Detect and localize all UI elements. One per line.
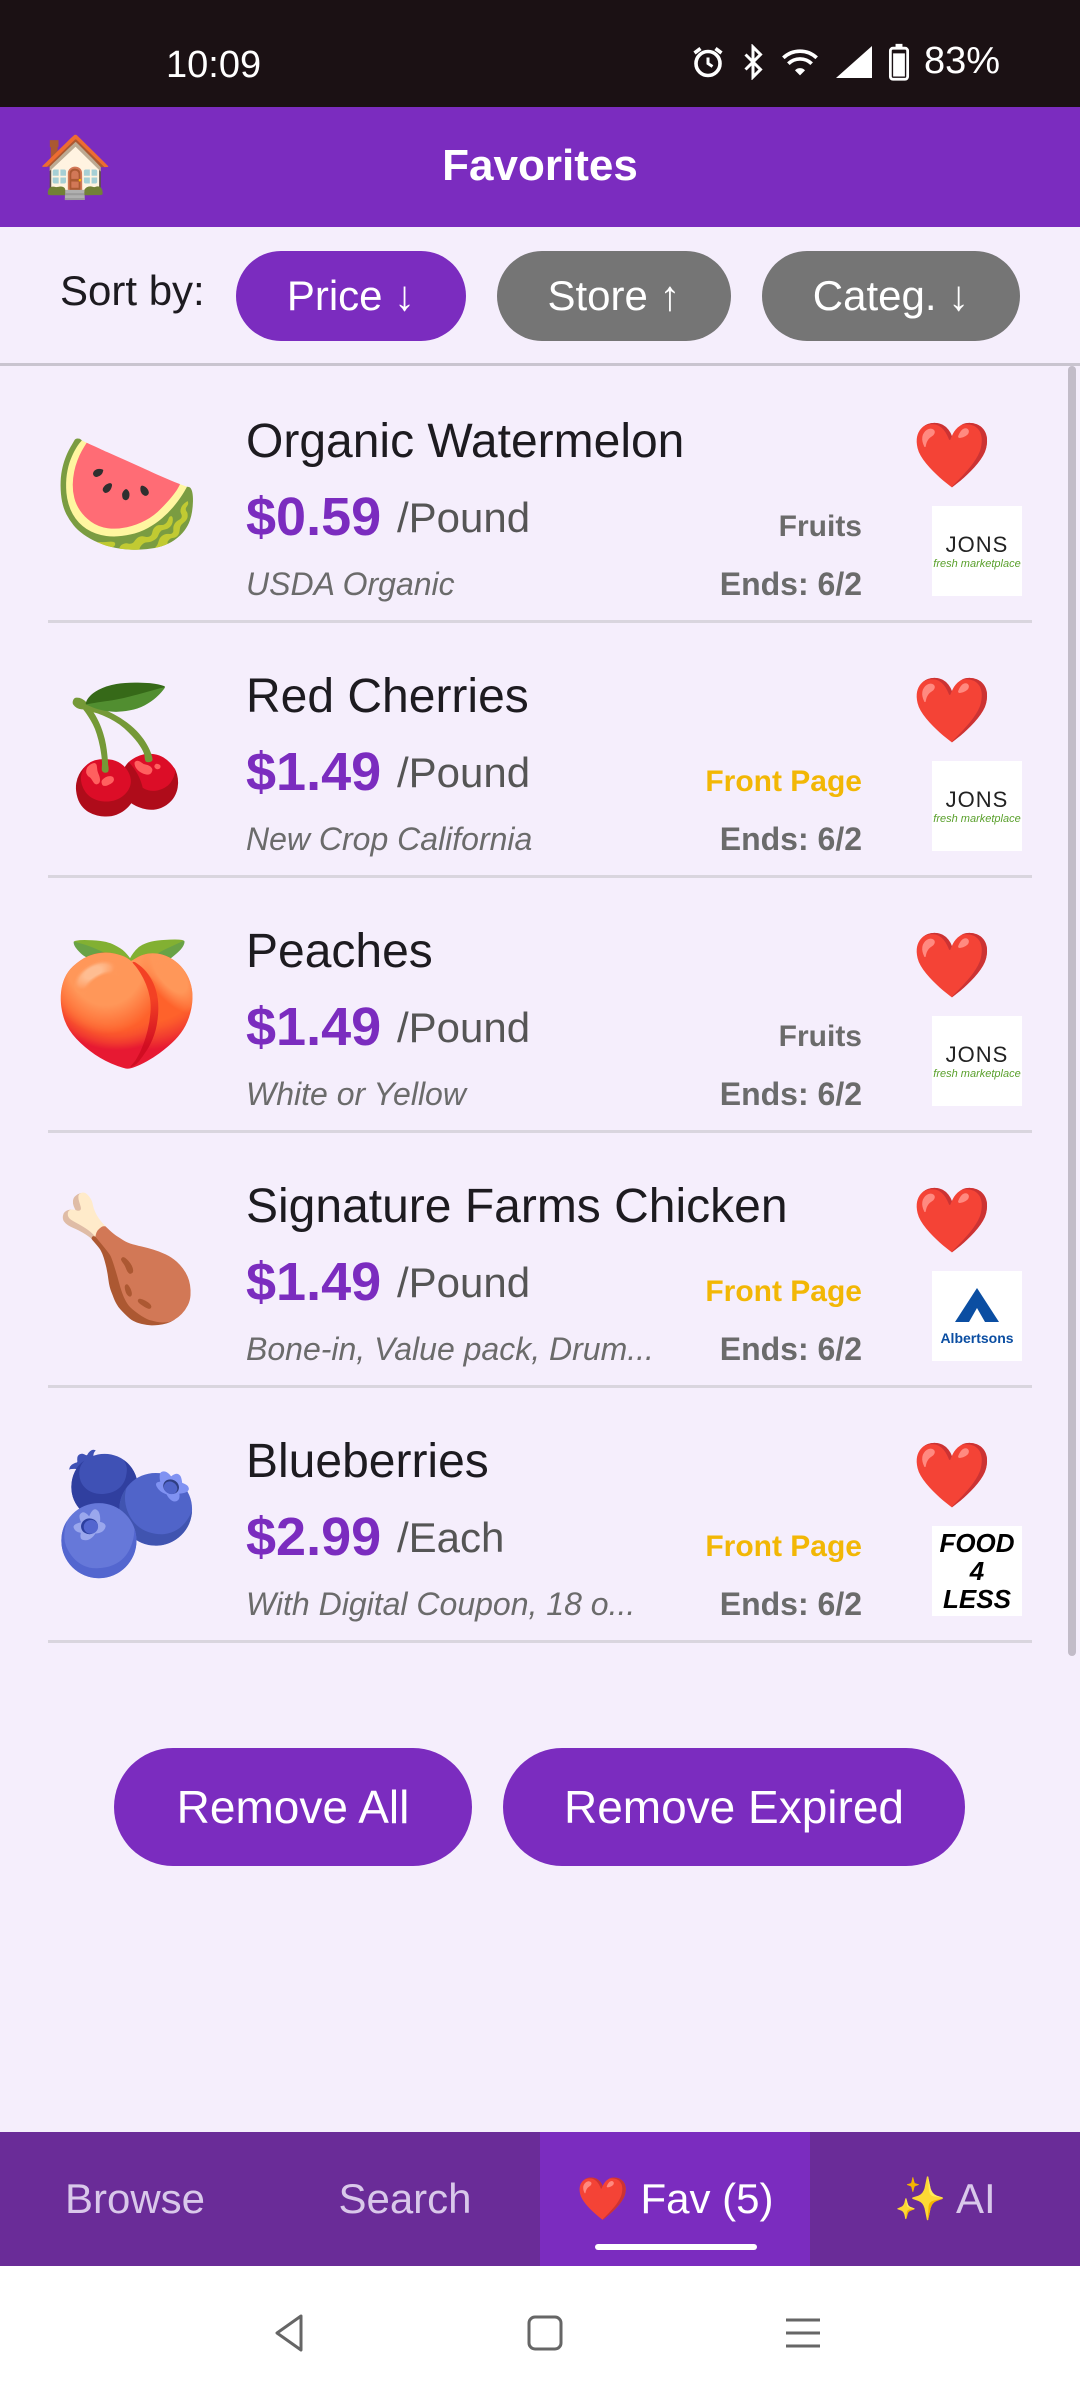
store-logo-food4less: FOOD 4 LESS bbox=[932, 1526, 1022, 1616]
menu-icon[interactable] bbox=[778, 2308, 828, 2358]
item-unit: /Each bbox=[397, 1514, 505, 1561]
item-unit: /Pound bbox=[397, 1004, 531, 1051]
nav-search-tab[interactable]: Search bbox=[270, 2132, 540, 2266]
favorite-heart-icon[interactable]: ❤️ bbox=[912, 930, 992, 1000]
app-bar: 🏠 Favorites bbox=[0, 107, 1080, 227]
signal-icon bbox=[834, 44, 874, 80]
status-time: 10:09 bbox=[166, 44, 262, 86]
list-item[interactable]: 🫐 Blueberries $2.99 /Each With Digital C… bbox=[48, 1386, 1032, 1643]
item-description: With Digital Coupon, 18 o... bbox=[246, 1586, 636, 1622]
favorite-heart-icon[interactable]: ❤️ bbox=[912, 675, 992, 745]
item-description: Bone-in, Value pack, Drum... bbox=[246, 1331, 654, 1367]
status-icons: 83% bbox=[690, 40, 1000, 83]
item-description: USDA Organic bbox=[246, 566, 455, 602]
nav-browse-tab[interactable]: Browse bbox=[0, 2132, 270, 2266]
alarm-icon bbox=[690, 44, 726, 80]
store-logo-jons: JONS fresh marketplace bbox=[932, 1016, 1022, 1106]
item-category-tag: Fruits bbox=[778, 1020, 862, 1053]
item-name: Peaches bbox=[246, 925, 433, 978]
cherries-icon: 🍒 bbox=[52, 682, 202, 816]
list-item[interactable]: 🍒 Red Cherries $1.49 /Pound New Crop Cal… bbox=[48, 621, 1032, 878]
item-unit: /Pound bbox=[397, 749, 531, 796]
remove-expired-button[interactable]: Remove Expired bbox=[503, 1748, 965, 1866]
sort-store-chip[interactable]: Store ↑ bbox=[497, 251, 731, 341]
item-end-date: Ends: 6/2 bbox=[719, 821, 862, 857]
item-name: Signature Farms Chicken bbox=[246, 1180, 788, 1233]
chicken-leg-icon: 🍗 bbox=[52, 1192, 202, 1326]
battery-percent: 83% bbox=[923, 40, 1000, 82]
status-bar: 10:09 83% bbox=[0, 0, 1080, 107]
list-item[interactable]: 🍉 Organic Watermelon $0.59 /Pound USDA O… bbox=[48, 366, 1032, 623]
item-end-date: Ends: 6/2 bbox=[719, 1076, 862, 1112]
bluetooth-icon bbox=[740, 43, 766, 80]
sort-price-chip[interactable]: Price ↓ bbox=[236, 251, 466, 341]
item-price: $1.49 bbox=[246, 1252, 382, 1312]
favorite-heart-icon[interactable]: ❤️ bbox=[912, 1185, 992, 1255]
system-nav-bar bbox=[0, 2266, 1080, 2400]
back-icon[interactable] bbox=[265, 2308, 315, 2358]
item-price: $1.49 bbox=[246, 997, 382, 1057]
item-category-tag: Fruits bbox=[778, 510, 862, 543]
sort-bar: Sort by: Price ↓ Store ↑ Categ. ↓ bbox=[0, 227, 1080, 366]
nav-ai-tab[interactable]: ✨ AI bbox=[810, 2132, 1080, 2266]
wifi-icon bbox=[780, 45, 820, 79]
item-price: $2.99 bbox=[246, 1507, 382, 1567]
home-square-icon[interactable] bbox=[520, 2308, 570, 2358]
item-end-date: Ends: 6/2 bbox=[719, 1331, 862, 1367]
item-end-date: Ends: 6/2 bbox=[719, 566, 862, 602]
bottom-nav: Browse Search ❤️ Fav (5) ✨ AI bbox=[0, 2132, 1080, 2266]
albertsons-mark-icon bbox=[955, 1288, 999, 1324]
scrollbar[interactable] bbox=[1068, 366, 1076, 1656]
item-name: Blueberries bbox=[246, 1435, 489, 1488]
store-logo-jons: JONS fresh marketplace bbox=[932, 761, 1022, 851]
peach-icon: 🍑 bbox=[52, 937, 202, 1071]
sort-category-chip[interactable]: Categ. ↓ bbox=[762, 251, 1020, 341]
page-title: Favorites bbox=[442, 141, 638, 190]
blueberries-icon: 🫐 bbox=[52, 1447, 202, 1581]
item-front-page-tag: Front Page bbox=[705, 1275, 862, 1308]
item-name: Organic Watermelon bbox=[246, 415, 685, 468]
sort-label: Sort by: bbox=[60, 267, 205, 314]
item-end-date: Ends: 6/2 bbox=[719, 1586, 862, 1622]
favorite-heart-icon[interactable]: ❤️ bbox=[912, 420, 992, 490]
remove-all-button[interactable]: Remove All bbox=[114, 1748, 472, 1866]
list-item[interactable]: 🍗 Signature Farms Chicken $1.49 /Pound B… bbox=[48, 1131, 1032, 1388]
item-unit: /Pound bbox=[397, 494, 531, 541]
battery-icon bbox=[888, 43, 910, 81]
active-tab-indicator bbox=[595, 2244, 757, 2250]
item-unit: /Pound bbox=[397, 1259, 531, 1306]
watermelon-icon: 🍉 bbox=[52, 427, 202, 561]
item-price: $0.59 bbox=[246, 487, 382, 547]
store-logo-jons: JONS fresh marketplace bbox=[932, 506, 1022, 596]
item-price: $1.49 bbox=[246, 742, 382, 802]
item-description: White or Yellow bbox=[246, 1076, 466, 1112]
item-front-page-tag: Front Page bbox=[705, 765, 862, 798]
list-item[interactable]: 🍑 Peaches $1.49 /Pound White or Yellow F… bbox=[48, 876, 1032, 1133]
store-logo-albertsons: Albertsons bbox=[932, 1271, 1022, 1361]
favorite-heart-icon[interactable]: ❤️ bbox=[912, 1440, 992, 1510]
item-front-page-tag: Front Page bbox=[705, 1530, 862, 1563]
item-description: New Crop California bbox=[246, 821, 533, 857]
item-name: Red Cherries bbox=[246, 670, 529, 723]
